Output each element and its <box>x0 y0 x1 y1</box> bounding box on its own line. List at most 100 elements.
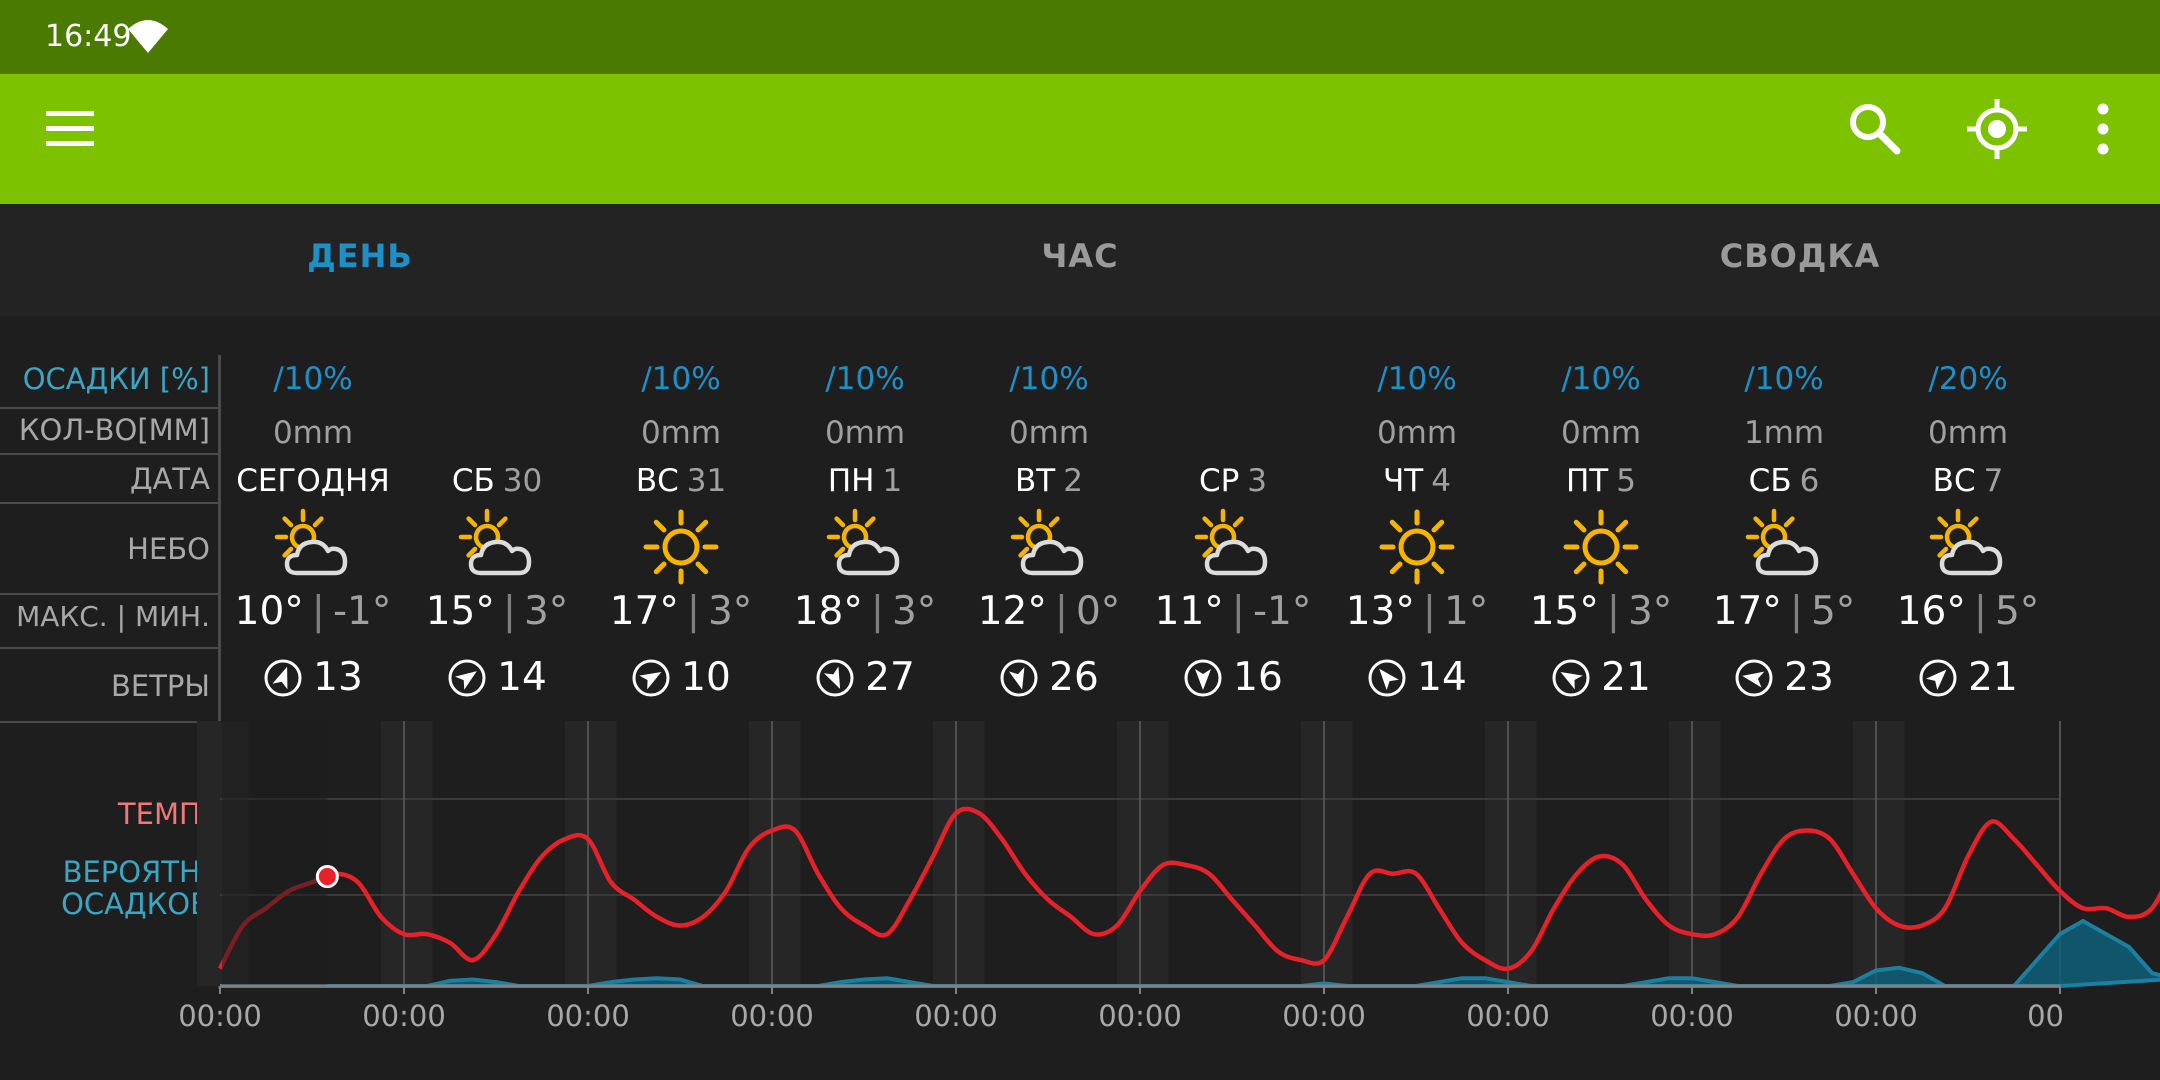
temp-min: 0° <box>1075 589 1121 634</box>
night-band <box>1485 721 1537 986</box>
my-location-icon[interactable] <box>1965 97 2029 161</box>
past-overlay <box>222 721 328 986</box>
day-column[interactable]: СР 3 11° | -1° 16 <box>1141 355 1325 725</box>
night-band <box>1853 721 1905 986</box>
precip-probability: ∕20% <box>1928 361 2008 397</box>
precip-amount: 0mm <box>1376 415 1458 451</box>
sun-icon <box>1379 509 1455 585</box>
precip-amount: 0mm <box>1008 415 1090 451</box>
wind-speed: 21 <box>1601 655 1651 700</box>
temp-min: 3° <box>523 589 569 634</box>
x-tick-label: 00:00 <box>1282 999 1366 1033</box>
day-of-week: СБ <box>1748 463 1792 499</box>
wind-direction-icon <box>632 659 670 696</box>
max-min-temps: 16° | 5° <box>1856 589 2080 634</box>
day-column[interactable]: СБ 30 15° | 3° 14 <box>405 355 589 725</box>
sun-icon <box>643 509 719 585</box>
x-tick-label: 00:00 <box>730 999 814 1033</box>
temp-min: 5° <box>1994 589 2040 634</box>
menu-icon[interactable] <box>44 102 98 156</box>
day-of-week: ВС <box>1932 463 1976 499</box>
precip-probability: ∕10% <box>1561 361 1641 397</box>
wind-speed: 14 <box>497 655 547 700</box>
day-of-week: ВТ <box>1015 463 1056 499</box>
partly-cloudy-icon <box>1929 508 2003 576</box>
partly-cloudy-icon <box>1194 508 1268 576</box>
row-divider <box>0 647 218 649</box>
x-tick-label: 00:00 <box>914 999 998 1033</box>
wind: 14 <box>1325 655 1509 700</box>
tab-day[interactable]: ДЕНЬ <box>0 204 720 316</box>
more-vert-icon[interactable] <box>2090 99 2116 159</box>
day-of-week: ПН <box>827 463 875 499</box>
raindrop-icon: ∕ <box>1561 361 1572 397</box>
tab-hour[interactable]: ЧАС <box>720 204 1440 316</box>
current-time-marker <box>315 865 339 889</box>
wind-speed: 27 <box>865 655 915 700</box>
day-number: 2 <box>1063 463 1083 499</box>
tab-summary[interactable]: СВОДКА <box>1440 204 2160 316</box>
day-column[interactable]: ∕10% 1mm СБ 6 17° | 5° 23 <box>1692 355 1876 725</box>
temp-separator: | <box>1231 589 1245 634</box>
wind-speed: 16 <box>1233 655 1283 700</box>
wind-direction-icon <box>1552 659 1590 696</box>
wind: 14 <box>405 655 589 700</box>
day-column[interactable]: ∕10% 0mm ВС 31 17° | 3° 10 <box>589 355 773 725</box>
precip-amount: 0mm <box>1927 415 2009 451</box>
temp-max: 17° <box>609 589 679 634</box>
precip-probability: ∕10% <box>273 361 353 397</box>
wind-speed: 13 <box>313 655 363 700</box>
day-column[interactable]: ∕20% 0mm ВС 7 16° | 5° 21 <box>1876 355 2060 725</box>
x-tick-label: 00:00 <box>546 999 630 1033</box>
night-band <box>749 721 801 986</box>
wind: 26 <box>957 655 1141 700</box>
wind: 23 <box>1692 655 1876 700</box>
x-tick-label: 00:00 <box>1650 999 1734 1033</box>
raindrop-icon: ∕ <box>1744 361 1755 397</box>
wind-speed: 14 <box>1417 655 1467 700</box>
temp-max: 18° <box>793 589 863 634</box>
wind: 16 <box>1141 655 1325 700</box>
night-band <box>1117 721 1169 986</box>
row-divider <box>0 593 218 595</box>
day-column[interactable]: ∕10% 0mm ВТ 2 12° | 0° 26 <box>957 355 1141 725</box>
wind-direction-icon <box>1000 659 1038 696</box>
wind: 21 <box>1509 655 1693 700</box>
precip-probability: ∕10% <box>1009 361 1089 397</box>
wind: 13 <box>221 655 405 700</box>
app-bar <box>0 74 2160 204</box>
wind-direction-icon <box>1184 659 1222 696</box>
x-tick-label: 00 <box>2027 999 2064 1033</box>
precip-probability: ∕10% <box>825 361 905 397</box>
search-icon[interactable] <box>1845 99 1905 159</box>
raindrop-icon: ∕ <box>1377 361 1388 397</box>
row-label-winds: ВЕТРЫ <box>110 669 210 703</box>
row-divider <box>0 407 218 409</box>
temp-separator: | <box>1606 589 1620 634</box>
temp-max: 15° <box>1529 589 1599 634</box>
day-date: ВС 7 <box>1856 463 2080 499</box>
temp-separator: | <box>870 589 884 634</box>
temp-min: 1° <box>1443 589 1489 634</box>
precip-probability: ∕10% <box>1377 361 1457 397</box>
precip-probability: ∕10% <box>1744 361 1824 397</box>
partly-cloudy-icon <box>458 508 532 576</box>
precip-amount: 1mm <box>1743 415 1825 451</box>
day-number: 1 <box>882 463 903 499</box>
day-column[interactable]: ∕10% 0mm ЧТ 4 13° | 1° 14 <box>1325 355 1509 725</box>
day-column[interactable]: ∕10% 0mm СЕГОДНЯ 10° | -1° 13 <box>221 355 405 725</box>
day-of-week: СР <box>1198 463 1240 499</box>
temp-separator: | <box>1422 589 1436 634</box>
day-of-week: ЧТ <box>1383 463 1424 499</box>
wind-direction-icon <box>1368 659 1406 696</box>
day-column[interactable]: ∕10% 0mm ПН 1 18° | 3° 27 <box>773 355 957 725</box>
temp-separator: | <box>502 589 516 634</box>
temp-max: 10° <box>234 589 304 634</box>
day-number: 3 <box>1247 463 1268 499</box>
temp-max: 12° <box>977 589 1047 634</box>
wind-speed: 10 <box>681 655 731 700</box>
night-band <box>565 721 617 986</box>
night-band <box>1301 721 1353 986</box>
day-column[interactable]: ∕10% 0mm ПТ 5 15° | 3° 21 <box>1509 355 1693 725</box>
temp-max: 17° <box>1712 589 1782 634</box>
